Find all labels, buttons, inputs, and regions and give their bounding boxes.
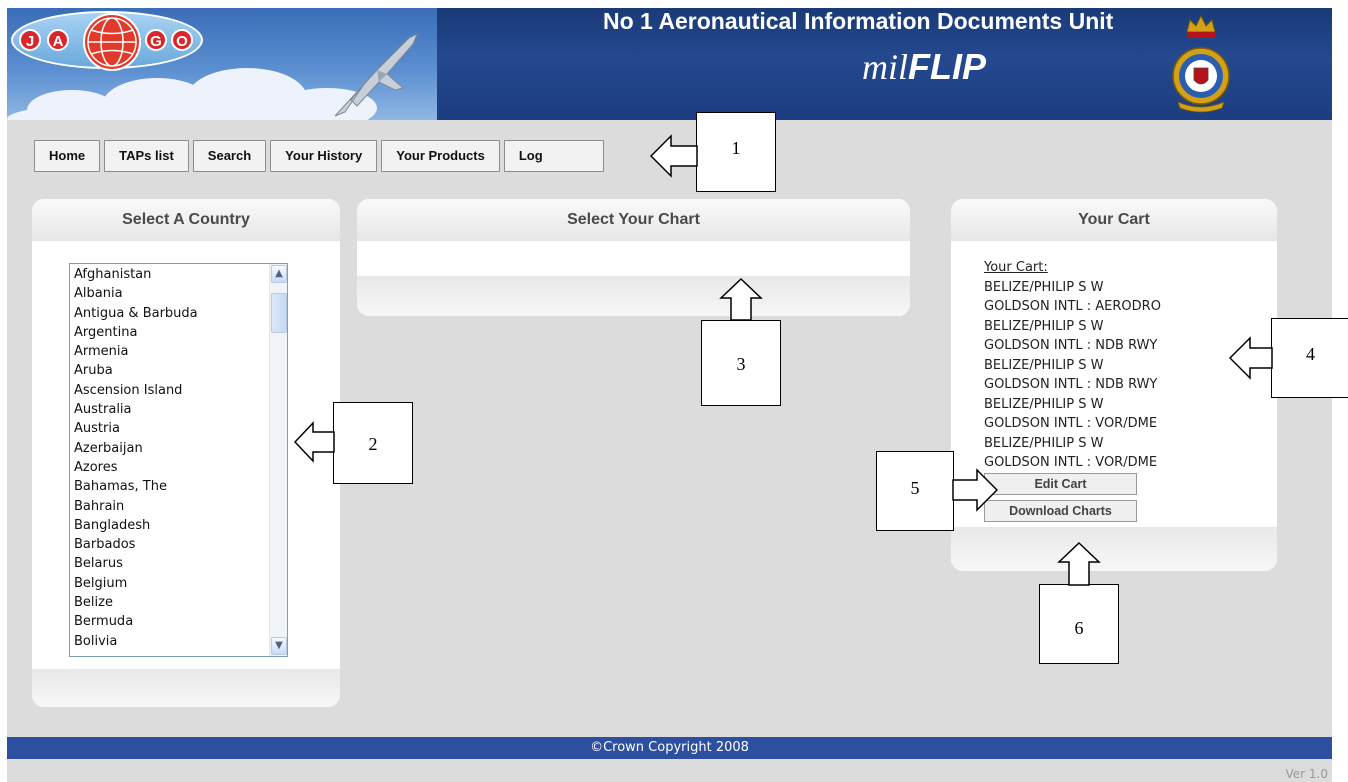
cart-item-line: BELIZE/PHILIP S W	[984, 357, 1104, 373]
header-banner: J A G O No 1 Aeronautical Information Do…	[7, 8, 1332, 120]
country-listbox[interactable]: Afghanistan Albania Antigua & Barbuda Ar…	[69, 263, 288, 657]
nav-search[interactable]: Search	[192, 140, 267, 172]
callout-arrow-5-icon	[952, 468, 998, 512]
cart-item-line: BELIZE/PHILIP S W	[984, 396, 1104, 412]
scroll-up-icon[interactable]: ▲	[271, 265, 287, 283]
nav-your-products[interactable]: Your Products	[381, 140, 500, 172]
brand-main: FLIP	[908, 46, 987, 87]
country-option[interactable]: Albania	[74, 284, 198, 303]
cart-panel: Your Cart Your Cart: BELIZE/PHILIP S W G…	[951, 199, 1277, 571]
version-label: Ver 1.0	[1285, 767, 1329, 781]
callout-arrow-6-icon	[1057, 542, 1101, 586]
country-option[interactable]: Bangladesh	[74, 516, 198, 535]
footer-bar: ©Crown Copyright 2008	[7, 737, 1332, 759]
cart-panel-footer	[951, 527, 1277, 571]
callout-box-4: 4	[1271, 318, 1348, 398]
country-option[interactable]: Australia	[74, 400, 198, 419]
callout-box-6: 6	[1039, 584, 1119, 664]
cart-item-line: GOLDSON INTL : VOR/DME	[984, 416, 1158, 431]
callout-box-5: 5	[876, 451, 954, 531]
country-option[interactable]: Afghanistan	[74, 265, 198, 284]
country-option[interactable]: Belarus	[74, 554, 198, 573]
scroll-thumb[interactable]	[271, 293, 287, 333]
country-panel-footer	[32, 669, 340, 707]
country-option[interactable]: Azerbaijan	[74, 439, 198, 458]
callout-box-2: 2	[333, 402, 413, 484]
chart-panel-title: Select Your Chart	[357, 199, 910, 241]
page-title: No 1 Aeronautical Information Documents …	[603, 8, 1114, 34]
country-option[interactable]: Bolivia	[74, 632, 198, 651]
logo-letter: A	[47, 29, 69, 51]
cart-contents: Your Cart: BELIZE/PHILIP S W GOLDSON INT…	[984, 258, 1161, 473]
country-option[interactable]: Aruba	[74, 361, 198, 380]
chart-panel-footer	[357, 276, 910, 316]
listbox-scrollbar[interactable]: ▲ ▼	[269, 264, 287, 656]
nav-logout[interactable]: Log	[503, 140, 604, 172]
country-option[interactable]: Austria	[74, 419, 198, 438]
callout-arrow-3-icon	[719, 278, 763, 321]
country-option[interactable]: Armenia	[74, 342, 198, 361]
cart-item-line: GOLDSON INTL : NDB RWY	[984, 338, 1158, 353]
nav-your-history[interactable]: Your History	[270, 140, 378, 172]
brand-prefix: mil	[862, 47, 909, 87]
main-nav: Home TAPs list Search Your History Your …	[34, 140, 604, 172]
callout-arrow-1-icon	[650, 134, 698, 178]
cart-heading: Your Cart:	[984, 260, 1048, 275]
cart-item-line: BELIZE/PHILIP S W	[984, 318, 1104, 334]
country-option[interactable]: Belgium	[74, 574, 198, 593]
cart-panel-title: Your Cart	[951, 199, 1277, 241]
country-options: Afghanistan Albania Antigua & Barbuda Ar…	[74, 265, 198, 651]
logo-letter: G	[145, 29, 167, 51]
cart-item-line: GOLDSON INTL : VOR/DME	[984, 455, 1158, 470]
edit-cart-button[interactable]: Edit Cart	[984, 473, 1137, 495]
jago-logo: J A G O	[11, 11, 203, 71]
country-option[interactable]: Ascension Island	[74, 381, 198, 400]
jet-aircraft-icon	[334, 32, 418, 117]
logo-letter: J	[19, 29, 41, 51]
logo-letter: O	[171, 29, 193, 51]
country-option[interactable]: Bahrain	[74, 497, 198, 516]
milflip-logo: milFLIP	[862, 46, 986, 88]
callout-arrow-2-icon	[294, 421, 335, 463]
country-option[interactable]: Antigua & Barbuda	[74, 304, 198, 323]
country-option[interactable]: Barbados	[74, 535, 198, 554]
country-option[interactable]: Bahamas, The	[74, 477, 198, 496]
country-option[interactable]: Azores	[74, 458, 198, 477]
cart-item-line: BELIZE/PHILIP S W	[984, 435, 1104, 451]
nav-taps-list[interactable]: TAPs list	[104, 140, 189, 172]
cart-item-line: GOLDSON INTL : AERODRO	[984, 299, 1161, 314]
page-frame: J A G O No 1 Aeronautical Information Do…	[7, 8, 1332, 782]
country-option[interactable]: Bermuda	[74, 612, 198, 631]
cart-item-line: BELIZE/PHILIP S W	[984, 279, 1104, 295]
callout-arrow-4-icon	[1229, 336, 1273, 380]
chart-panel: Select Your Chart	[357, 199, 910, 316]
country-option[interactable]: Belize	[74, 593, 198, 612]
download-charts-button[interactable]: Download Charts	[984, 500, 1137, 522]
cart-item-line: GOLDSON INTL : NDB RWY	[984, 377, 1158, 392]
unit-crest-icon	[1172, 14, 1230, 113]
country-option[interactable]: Argentina	[74, 323, 198, 342]
scroll-down-icon[interactable]: ▼	[271, 637, 287, 655]
nav-home[interactable]: Home	[34, 140, 101, 172]
country-panel-title: Select A Country	[32, 199, 340, 241]
callout-box-3: 3	[701, 320, 781, 406]
globe-icon	[83, 13, 141, 71]
callout-box-1: 1	[696, 112, 776, 192]
